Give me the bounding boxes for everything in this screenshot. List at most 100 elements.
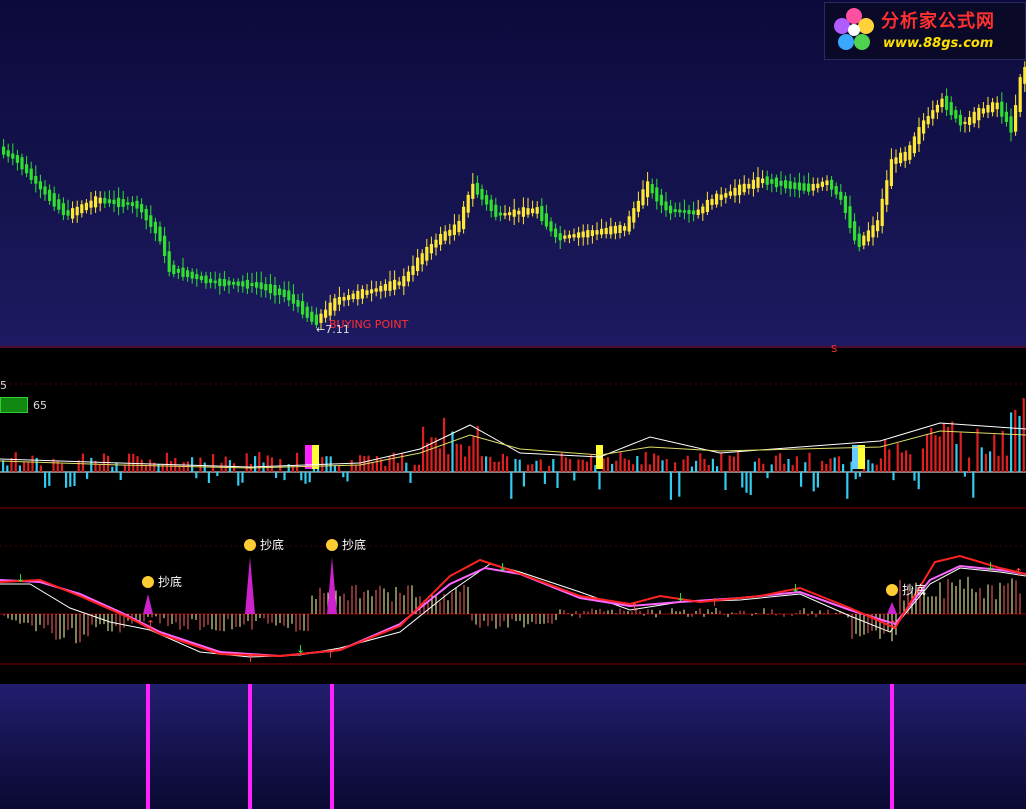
price-candle-body	[581, 231, 585, 238]
price-candle-body	[738, 184, 742, 196]
volume-bar-up	[900, 452, 903, 472]
signal-vertical-line	[890, 684, 894, 809]
price-candle-body	[462, 206, 466, 230]
price-candle-body	[963, 121, 967, 124]
volume-bar-down	[854, 472, 857, 480]
volume-bar-down	[241, 472, 244, 483]
volume-bar-down	[275, 472, 278, 478]
volume-bar-up	[615, 460, 618, 472]
price-candlestick-pane[interactable]: BUYING POINT ←7.11 S 分析家公式网 www.88gs.com	[0, 0, 1026, 355]
volume-bar-up	[417, 464, 420, 472]
price-candle-body	[218, 278, 222, 287]
volume-bar-down	[304, 472, 307, 484]
macd-line	[0, 563, 1026, 658]
price-candle-body	[20, 157, 24, 170]
price-candle-body	[107, 199, 111, 204]
price-candle-body	[609, 226, 613, 235]
price-candle-body	[301, 301, 305, 315]
smiley-signal-icon	[142, 576, 154, 588]
bottom-fishing-label: 抄底	[902, 582, 926, 597]
price-candle-body	[641, 189, 645, 206]
price-candle-body	[333, 298, 337, 311]
volume-bar-cyan	[451, 431, 454, 472]
volume-bar-down	[669, 472, 672, 500]
macd-cross-arrow: ↑	[888, 618, 897, 631]
price-candle-body	[636, 200, 640, 212]
volume-bar-up	[413, 464, 416, 472]
price-candle-body	[57, 199, 61, 210]
price-candle-body	[236, 281, 240, 286]
volume-bar-down	[207, 472, 210, 483]
price-candle-body	[811, 184, 815, 191]
volume-bar-up	[497, 461, 500, 472]
volume-highlight-bar	[312, 445, 319, 469]
price-candle-body	[678, 209, 682, 213]
price-candle-body	[761, 178, 765, 184]
price-candle-body	[751, 179, 755, 189]
price-candle-body	[121, 199, 125, 207]
price-candle-body	[48, 189, 52, 201]
volume-bar-up	[606, 457, 609, 472]
volume-bar-down	[216, 472, 219, 477]
macd-cross-arrow: ↓	[16, 572, 25, 585]
price-candle-body	[94, 196, 98, 208]
flower-logo-icon	[834, 8, 874, 50]
volume-bar-down	[573, 472, 576, 481]
price-candle-body	[245, 279, 249, 289]
volume-pane[interactable]: 5 65	[0, 357, 1026, 509]
price-candle-body	[871, 225, 875, 238]
price-candle-body	[991, 102, 995, 113]
volume-bar-up	[808, 452, 811, 472]
macd-chart[interactable]: 抄底抄底 抄底抄底↓↑↑↓ ↑↓↑↓ ↑↓↑↓ ↑	[0, 512, 1026, 672]
price-candle-body	[1009, 116, 1013, 133]
volume-bar-up	[10, 458, 13, 472]
price-candle-body	[452, 224, 456, 235]
price-candle-body	[848, 206, 852, 228]
volume-bar-up	[136, 456, 139, 472]
price-candle-body	[172, 264, 176, 275]
price-candle-body	[34, 175, 38, 184]
price-candle-body	[531, 208, 535, 214]
bottom-fishing-spike	[245, 557, 255, 614]
price-candle-body	[508, 212, 512, 216]
price-candle-body	[949, 102, 953, 116]
price-candle-body	[43, 186, 47, 195]
price-candle-body	[204, 275, 208, 284]
price-candle-body	[406, 271, 410, 282]
price-candle-body	[213, 280, 217, 284]
price-candle-body	[112, 199, 116, 204]
price-candle-body	[558, 233, 562, 241]
volume-bar-down	[73, 472, 76, 487]
price-candle-body	[839, 191, 843, 200]
macd-pane[interactable]: 抄底 抄底 抄底 抄底 ↓ ↑ ↑ ↓ ↑ ↓ ↑ ↓ ↑ ↓ ↑ ↓ ↑	[0, 512, 1026, 672]
macd-cross-arrow: ↑	[326, 648, 335, 661]
volume-bar-cyan	[695, 460, 698, 472]
price-candle-body	[370, 289, 374, 294]
price-candle-body	[618, 225, 622, 233]
price-candle-body	[351, 293, 355, 299]
volume-chart[interactable]	[0, 357, 1026, 509]
signal-strip-pane[interactable]	[0, 684, 1026, 809]
volume-scale-box	[0, 397, 28, 413]
volume-bar-up	[653, 453, 656, 472]
volume-bar-up	[569, 459, 572, 472]
price-candle-body	[954, 110, 958, 119]
volume-bar-up	[506, 456, 509, 472]
price-candle-body	[144, 208, 148, 221]
price-candle-body	[1004, 111, 1008, 122]
volume-bar-up	[182, 462, 185, 472]
price-candle-body	[140, 204, 144, 213]
signal-vertical-line	[146, 684, 150, 809]
volume-bar-up	[493, 461, 496, 472]
volume-bar-up	[879, 458, 882, 472]
price-candle-body	[567, 234, 571, 239]
price-candle-body	[498, 212, 502, 216]
volume-bar-up	[984, 453, 987, 472]
price-candle-body	[149, 215, 153, 227]
price-candle-body	[935, 104, 939, 113]
volume-bar-up	[132, 453, 135, 472]
price-candle-body	[264, 284, 268, 291]
volume-bar-cyan	[804, 462, 807, 472]
volume-bar-up	[829, 458, 832, 472]
volume-bar-up	[438, 448, 441, 472]
